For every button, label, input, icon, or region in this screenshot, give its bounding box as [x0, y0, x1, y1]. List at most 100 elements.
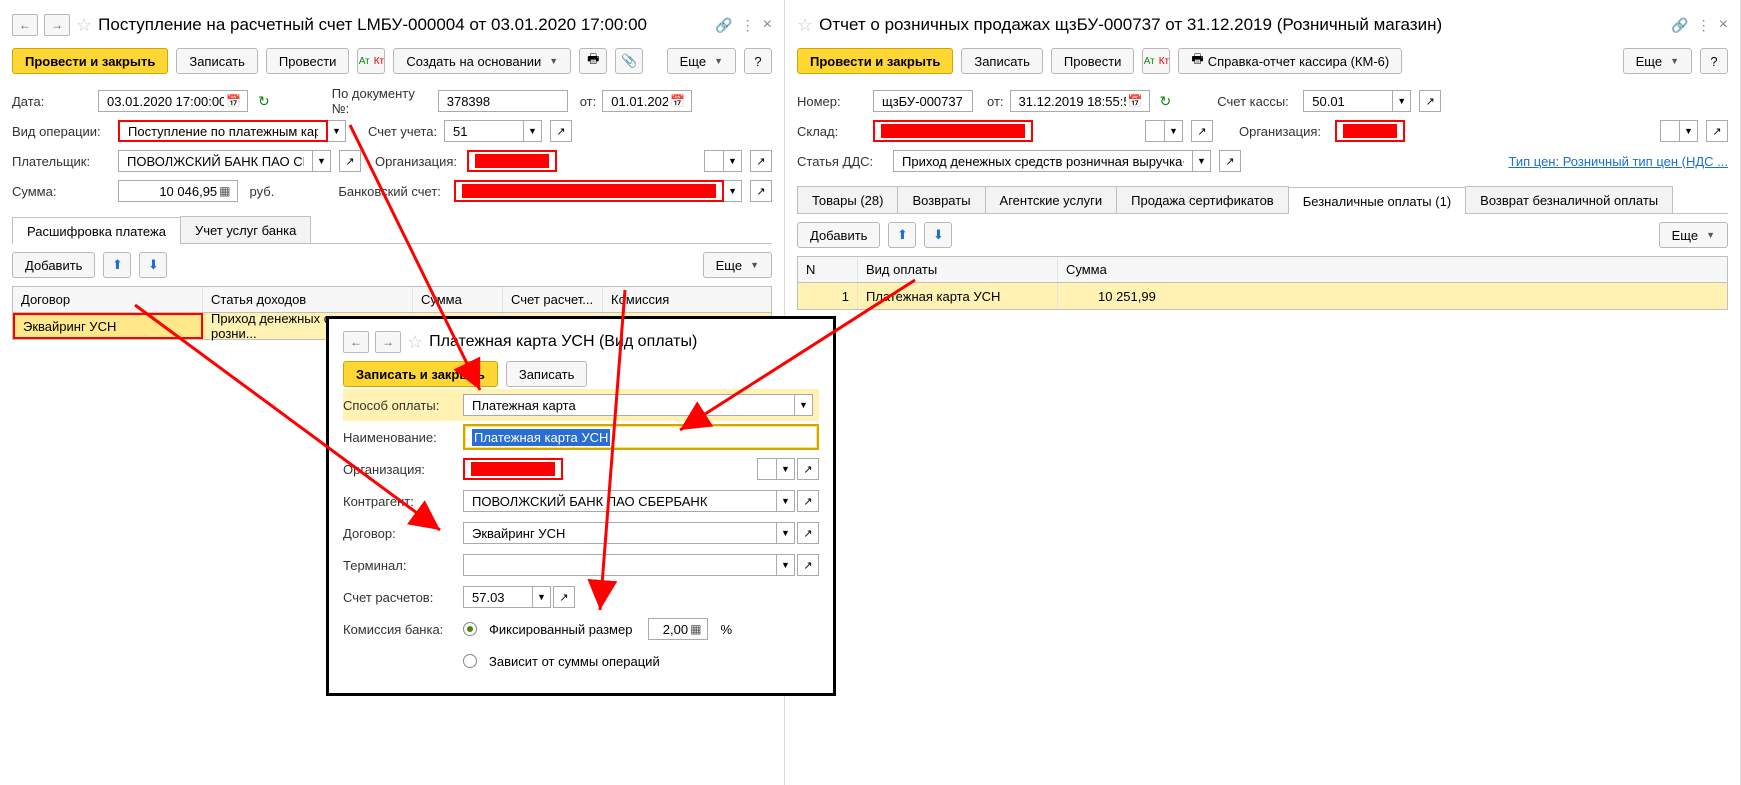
settlement-acc-input[interactable]	[470, 589, 526, 606]
refresh-icon[interactable]: ↻	[258, 93, 270, 110]
col-n[interactable]: N	[798, 257, 858, 282]
cash-acc-input[interactable]	[1310, 93, 1386, 110]
help-button[interactable]: ?	[1700, 48, 1728, 74]
more-icon[interactable]: ⋮	[741, 17, 755, 34]
move-up-button[interactable]: ⬆	[103, 252, 131, 278]
move-up-button[interactable]: ⬆	[888, 222, 916, 248]
name-input[interactable]: Платежная карта УСН	[472, 429, 610, 446]
col-income[interactable]: Статья доходов	[203, 287, 413, 312]
tab-goods[interactable]: Товары (28)	[797, 186, 898, 213]
from-date-input[interactable]	[609, 93, 670, 110]
write-button[interactable]: Записать	[961, 48, 1043, 74]
help-button[interactable]: ?	[744, 48, 772, 74]
col-commission[interactable]: Комиссия	[603, 287, 771, 312]
post-and-close-button[interactable]: Провести и закрыть	[797, 48, 953, 74]
tab-agent[interactable]: Агентские услуги	[985, 186, 1118, 213]
commission-fixed-radio[interactable]	[463, 622, 477, 636]
col-sum[interactable]: Сумма	[413, 287, 503, 312]
calendar-icon[interactable]: 📅	[1128, 94, 1143, 108]
dropdown-icon[interactable]: ▼	[1393, 90, 1411, 112]
open-icon[interactable]: ↗	[797, 554, 819, 576]
dds-input[interactable]	[900, 153, 1186, 170]
close-icon[interactable]: ×	[763, 16, 772, 34]
open-icon[interactable]: ↗	[1419, 90, 1441, 112]
payer-input[interactable]	[125, 153, 306, 170]
open-icon[interactable]: ↗	[797, 490, 819, 512]
number-input[interactable]	[880, 93, 966, 110]
refresh-icon[interactable]: ↻	[1160, 93, 1172, 110]
add-button[interactable]: Добавить	[12, 252, 95, 278]
dropdown-icon[interactable]: ▼	[777, 490, 795, 512]
more-button[interactable]: Еще▼	[1659, 222, 1728, 248]
counterparty-input[interactable]	[470, 493, 770, 510]
dropdown-icon[interactable]: ▼	[777, 554, 795, 576]
dropdown-icon[interactable]: ▼	[795, 394, 813, 416]
open-icon[interactable]: ↗	[339, 150, 361, 172]
post-button[interactable]: Провести	[266, 48, 350, 74]
link-icon[interactable]: 🔗	[1671, 17, 1688, 34]
col-acc[interactable]: Счет расчет...	[503, 287, 603, 312]
save-and-close-button[interactable]: Записать и закрыть	[343, 361, 498, 387]
post-button[interactable]: Провести	[1051, 48, 1135, 74]
print-button[interactable]: 🖶	[579, 48, 607, 74]
open-icon[interactable]: ↗	[750, 180, 772, 202]
calc-icon[interactable]: ▦	[219, 184, 230, 198]
nav-fwd-button[interactable]: →	[375, 331, 401, 353]
open-icon[interactable]: ↗	[797, 522, 819, 544]
nav-back-button[interactable]: ←	[12, 14, 38, 36]
dropdown-icon[interactable]: ▼	[1165, 120, 1183, 142]
create-based-button[interactable]: Создать на основании▼	[393, 48, 571, 74]
dropdown-icon[interactable]: ▼	[328, 120, 346, 142]
favorite-icon[interactable]: ☆	[407, 332, 423, 353]
calc-icon[interactable]: ▦	[690, 622, 701, 636]
dropdown-icon[interactable]: ▼	[724, 180, 742, 202]
commission-variable-radio[interactable]	[463, 654, 477, 668]
open-icon[interactable]: ↗	[1219, 150, 1241, 172]
add-button[interactable]: Добавить	[797, 222, 880, 248]
dropdown-icon[interactable]: ▼	[724, 150, 742, 172]
commission-value-input[interactable]	[655, 621, 690, 638]
more-button[interactable]: Еще▼	[1623, 48, 1692, 74]
dropdown-icon[interactable]: ▼	[313, 150, 331, 172]
tab-cashless-return[interactable]: Возврат безналичной оплаты	[1465, 186, 1673, 213]
col-contract[interactable]: Договор	[13, 287, 203, 312]
more-icon[interactable]: ⋮	[1697, 17, 1711, 34]
doc-num-input[interactable]	[445, 93, 561, 110]
date-input[interactable]	[105, 93, 226, 110]
write-button[interactable]: Записать	[506, 361, 588, 387]
tab-cashless-payments[interactable]: Безналичные оплаты (1)	[1288, 187, 1466, 214]
method-input[interactable]	[470, 397, 788, 414]
operation-input[interactable]	[126, 123, 320, 140]
move-down-button[interactable]: ⬇	[139, 252, 167, 278]
tab-payment-details[interactable]: Расшифровка платежа	[12, 217, 181, 244]
favorite-icon[interactable]: ☆	[797, 15, 813, 36]
dropdown-icon[interactable]: ▼	[1680, 120, 1698, 142]
table-row[interactable]: 1 Платежная карта УСН 10 251,99	[798, 283, 1727, 309]
tab-bank-services[interactable]: Учет услуг банка	[180, 216, 311, 243]
write-button[interactable]: Записать	[176, 48, 258, 74]
open-icon[interactable]: ↗	[1706, 120, 1728, 142]
account-input[interactable]	[451, 123, 517, 140]
tab-certificates[interactable]: Продажа сертификатов	[1116, 186, 1289, 213]
contract-input[interactable]	[470, 525, 770, 542]
dropdown-icon[interactable]: ▼	[777, 522, 795, 544]
open-icon[interactable]: ↗	[750, 150, 772, 172]
dt-kt-button[interactable]: АтКт	[1142, 48, 1170, 74]
favorite-icon[interactable]: ☆	[76, 15, 92, 36]
more-button[interactable]: Еще▼	[667, 48, 736, 74]
open-icon[interactable]: ↗	[1191, 120, 1213, 142]
nav-fwd-button[interactable]: →	[44, 14, 70, 36]
calendar-icon[interactable]: 📅	[670, 94, 685, 108]
close-icon[interactable]: ×	[1719, 16, 1728, 34]
sum-input[interactable]	[125, 183, 219, 200]
open-icon[interactable]: ↗	[553, 586, 575, 608]
cashier-report-button[interactable]: 🖶 Справка-отчет кассира (КМ-6)	[1178, 48, 1402, 74]
from-date-input[interactable]	[1017, 93, 1128, 110]
nav-back-button[interactable]: ←	[343, 331, 369, 353]
calendar-icon[interactable]: 📅	[226, 94, 241, 108]
link-icon[interactable]: 🔗	[715, 17, 732, 34]
dropdown-icon[interactable]: ▼	[524, 120, 542, 142]
col-payment-type[interactable]: Вид оплаты	[858, 257, 1058, 282]
open-icon[interactable]: ↗	[797, 458, 819, 480]
dropdown-icon[interactable]: ▼	[533, 586, 551, 608]
